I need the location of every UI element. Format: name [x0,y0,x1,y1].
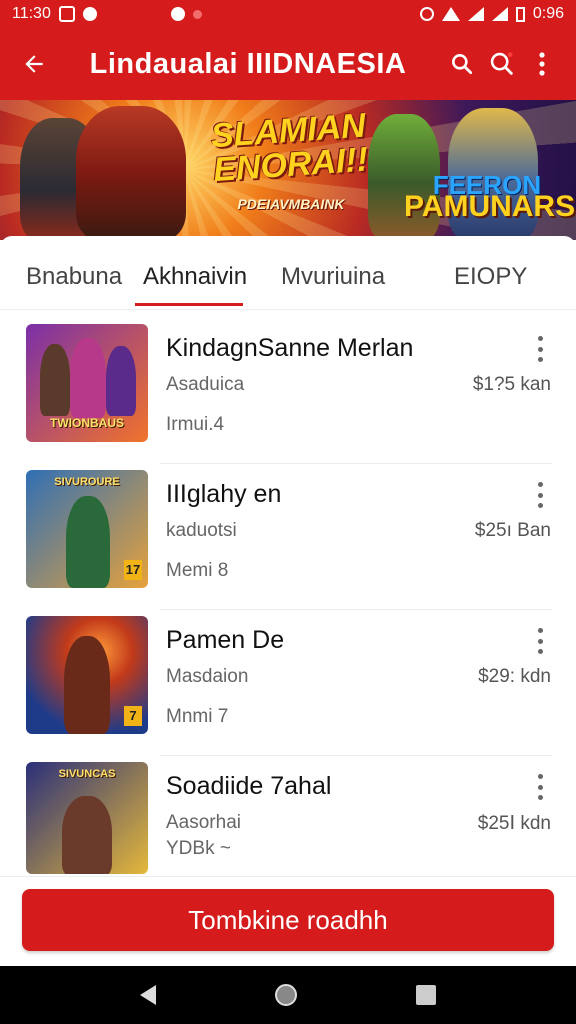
item-more-button[interactable] [532,482,548,508]
status-time-right: 0:96 [532,5,564,22]
item-title: KindagnSanne Merlan [166,334,414,362]
tab-3[interactable]: EIOPY [454,263,527,291]
status-time: 11:30 [12,5,51,22]
banner-character [76,106,186,240]
item-thumbnail: TWIONBAUS [26,324,148,442]
thumbnail-figure [66,496,110,588]
age-badge: 7 [124,706,142,726]
list-item[interactable]: SIVUROURE 17 IIIglahy en kaduotsi Memi 8… [0,464,576,610]
banner-tag-bottom: PAMUNARS [404,190,576,223]
system-nav-bar [0,966,576,1024]
tab-indicator [135,303,243,306]
item-price: $29: kdn [478,666,551,687]
item-subtitle: Masdaion [166,666,249,687]
primary-action-button[interactable]: Tombkine roadhh [22,889,554,951]
thumbnail-figure [64,636,110,734]
thumbnail-caption: TWIONBAUS [50,416,124,430]
page-title: Lindaualai IIIDNAESIA [89,47,407,80]
tab-1[interactable]: Akhnaivin [143,263,247,291]
promo-banner[interactable]: SLAMIAN ENORAI!! PDEIAVMBAINK FEERON PAM… [0,100,576,240]
item-subtitle: Aasorhai [166,812,241,833]
item-price: $25Ⅰ kdn [477,813,551,834]
item-title: Soadiide 7ahal [166,772,332,800]
app-notification-icon [82,7,97,21]
signal-icon [491,7,508,21]
signal-icon [467,7,484,21]
wifi-icon [441,7,460,21]
thumbnail-caption: SIVUNCAS [58,768,116,780]
thumbnail-figure [62,796,112,874]
nav-recents-icon[interactable] [416,985,437,1005]
notification-icon [58,6,75,22]
app-bar: Lindaualai IIIDNAESIA [0,28,576,100]
arrow-left-icon [25,55,43,73]
more-vertical-icon [539,52,545,76]
search-button-2[interactable] [482,44,522,84]
alarm-icon [419,7,434,21]
item-meta: Irmui.4 [166,414,225,435]
tab-0[interactable]: Bnabuna [26,263,122,291]
thumbnail-figure [40,344,70,416]
item-meta: YDBk ~ [166,838,231,859]
item-more-button[interactable] [532,336,548,362]
more-button[interactable] [522,44,562,84]
search-button[interactable] [442,44,482,84]
thumbnail-caption: SIVUROURE [54,476,120,488]
thumbnail-figure [106,346,136,416]
thumbnail-figure [70,338,106,418]
back-button[interactable] [14,44,54,84]
nav-home-icon[interactable] [274,984,297,1006]
age-badge: 17 [124,560,142,580]
item-subtitle: Asaduica [166,374,245,395]
tab-2[interactable]: Mvuriuina [281,263,385,291]
item-more-button[interactable] [532,774,548,800]
item-more-button[interactable] [532,628,548,654]
item-thumbnail: SIVUROURE 17 [26,470,148,588]
content-sheet: Bnabuna Akhnaivin Mvuriuina EIOPY TWIONB… [0,236,576,876]
item-title: IIIglahy en [166,480,282,508]
list-item[interactable]: 7 Pamen De Masdaion Mnmi 7 $29: kdn [0,610,576,756]
banner-headline: SLAMIAN ENORAI!! [209,106,370,190]
list-item[interactable]: TWIONBAUS KindagnSanne Merlan Asaduica I… [0,318,576,464]
bottom-action-area: Tombkine roadhh [0,876,576,966]
item-thumbnail: 7 [26,616,148,734]
dot-icon [192,9,202,19]
battery-icon [515,6,525,22]
item-thumbnail: SIVUNCAS [26,762,148,874]
item-subtitle: kaduotsi [166,520,237,541]
banner-subheadline: PDEIAVMBAINK [237,196,345,212]
item-price: $1?5 kan [472,374,551,395]
tab-bar: Bnabuna Akhnaivin Mvuriuina EIOPY [0,236,576,310]
search-icon [452,54,473,75]
nav-back-icon[interactable] [139,985,156,1005]
status-bar: 11:30 0:96 [0,0,576,28]
item-meta: Mnmi 7 [166,706,229,727]
item-meta: Memi 8 [166,560,229,581]
notification-icon [170,7,185,21]
search-icon [490,52,513,75]
item-price: $25ı Ban [474,520,551,541]
item-title: Pamen De [166,626,285,654]
